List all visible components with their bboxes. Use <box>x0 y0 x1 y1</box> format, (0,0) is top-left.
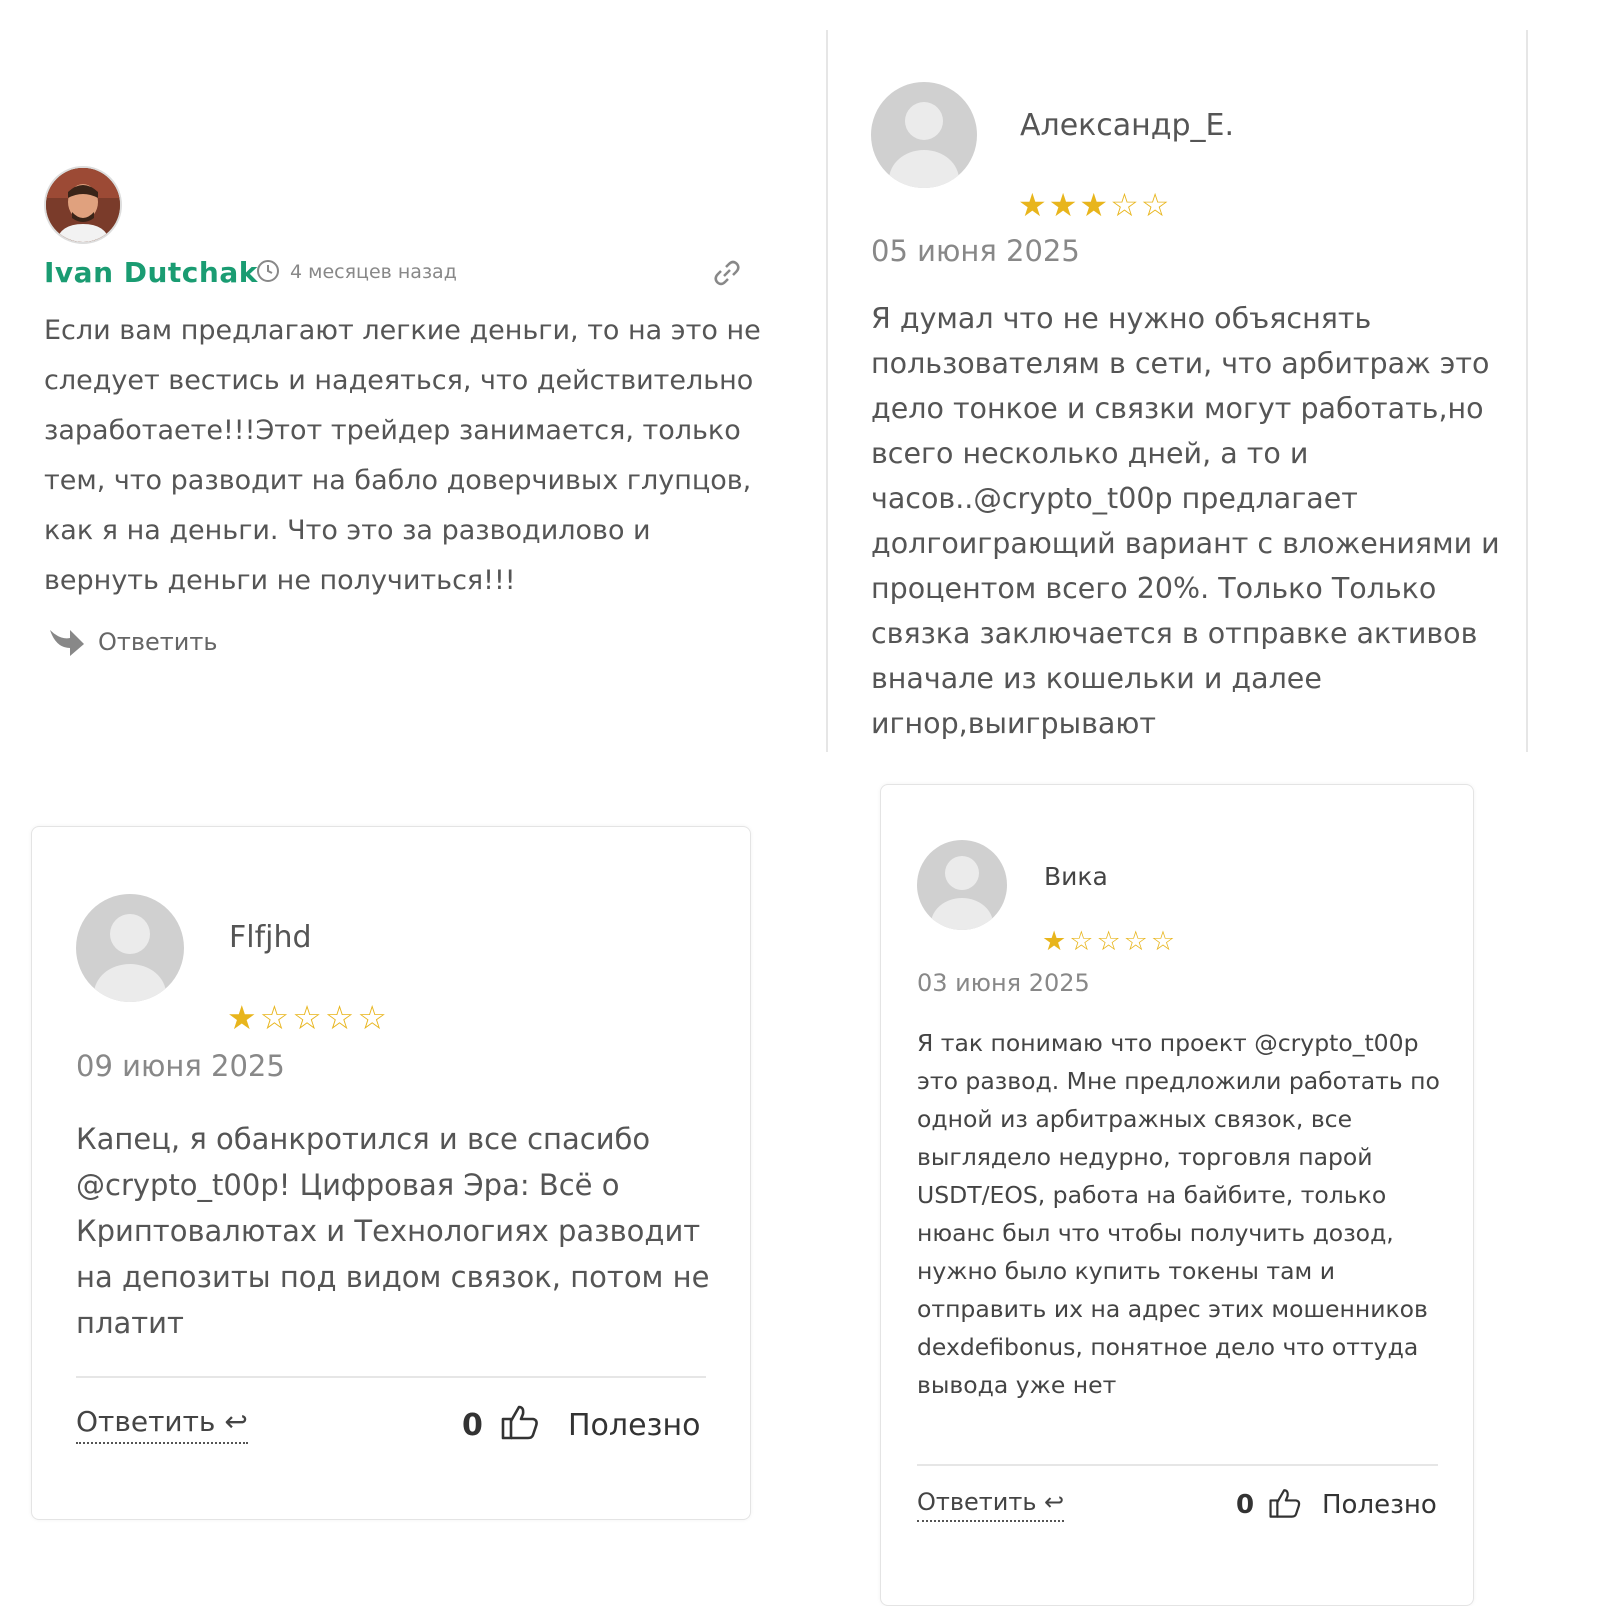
star-filled-icon: ★ <box>1048 186 1080 224</box>
star-empty-icon: ☆ <box>324 998 358 1037</box>
reply-button[interactable]: Ответить ↩ <box>917 1488 1065 1522</box>
review-text: Я думал что не нужно объяснять пользоват… <box>871 302 1500 740</box>
comment-time: 4 месяцев назад <box>290 261 457 283</box>
link-icon[interactable] <box>712 258 742 292</box>
star-filled-icon: ★ <box>1042 926 1070 957</box>
comment-text: Если вам предлагают легкие деньги, то на… <box>44 315 761 596</box>
reply-label: Ответить <box>917 1488 1037 1516</box>
avatar[interactable] <box>917 840 1007 930</box>
author-name[interactable]: Александр_Е. <box>1020 108 1234 143</box>
star-filled-icon: ★ <box>227 998 260 1037</box>
avatar[interactable] <box>76 894 184 1002</box>
star-empty-icon: ☆ <box>1069 926 1097 957</box>
star-rating: ★☆☆☆☆ <box>227 998 390 1037</box>
star-empty-icon: ☆ <box>1150 926 1179 957</box>
star-filled-icon: ★ <box>1018 186 1049 224</box>
like-count: 0 <box>462 1408 483 1443</box>
author-name[interactable]: Flfjhd <box>229 920 312 955</box>
divider <box>917 1464 1438 1466</box>
star-filled-icon: ★ <box>1079 186 1111 224</box>
reply-arrow-icon[interactable] <box>46 626 86 664</box>
review-date: 03 июня 2025 <box>917 969 1090 997</box>
reply-arrow-icon: ↩ <box>1044 1488 1065 1516</box>
divider <box>76 1376 706 1378</box>
star-empty-icon: ☆ <box>1123 926 1151 957</box>
reply-arrow-icon: ↩ <box>224 1405 248 1438</box>
review-text: Я так понимаю что проект @crypto_t00p эт… <box>917 1029 1440 1399</box>
useful-label[interactable]: Полезно <box>568 1408 700 1443</box>
review-date: 05 июня 2025 <box>871 234 1080 268</box>
star-rating: ★☆☆☆☆ <box>1042 926 1178 957</box>
review-date: 09 июня 2025 <box>76 1049 285 1083</box>
clock-icon <box>256 259 280 287</box>
star-empty-icon: ☆ <box>1096 926 1124 957</box>
review-text: Капец, я обанкротился и все спасибо @cry… <box>76 1122 710 1340</box>
like-count: 0 <box>1236 1490 1255 1520</box>
author-name[interactable]: Ivan Dutchak <box>44 256 258 289</box>
column-divider <box>826 30 828 752</box>
reply-label: Ответить <box>76 1405 216 1438</box>
star-empty-icon: ☆ <box>259 998 293 1037</box>
star-rating: ★★★☆☆ <box>1018 186 1171 224</box>
thumbs-up-icon[interactable] <box>1268 1486 1302 1524</box>
avatar[interactable] <box>871 82 977 188</box>
column-divider <box>1526 30 1528 752</box>
avatar[interactable] <box>44 166 122 244</box>
author-name[interactable]: Вика <box>1044 862 1108 891</box>
star-empty-icon: ☆ <box>357 998 390 1037</box>
useful-label[interactable]: Полезно <box>1322 1490 1437 1520</box>
star-empty-icon: ☆ <box>1140 186 1172 224</box>
star-empty-icon: ☆ <box>292 998 325 1037</box>
reply-button[interactable]: Ответить <box>98 628 217 656</box>
thumbs-up-icon[interactable] <box>500 1402 540 1446</box>
star-empty-icon: ☆ <box>1110 186 1141 224</box>
reply-button[interactable]: Ответить ↩ <box>76 1405 248 1444</box>
